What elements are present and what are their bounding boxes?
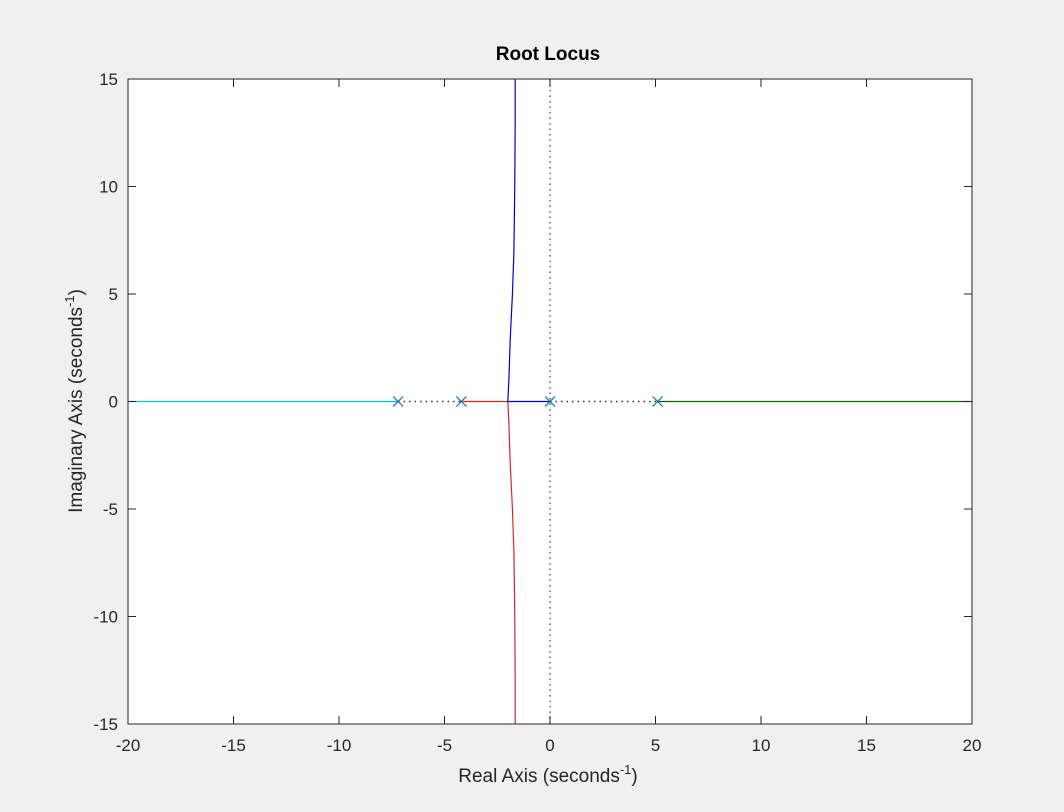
- root-locus-figure: -20 -15 -10 -5 0 5 10 15 20 -15 -10 -5 0 5 10 15 Root …: [0, 0, 1064, 812]
- y-tick-label: 0: [109, 393, 118, 412]
- x-tick-label: 5: [651, 736, 660, 755]
- x-tick-label: 0: [545, 736, 554, 755]
- y-tick-label: -15: [93, 715, 118, 734]
- x-tick-label: -5: [437, 736, 452, 755]
- x-tick-label: 10: [752, 736, 771, 755]
- x-tick-label: -15: [221, 736, 246, 755]
- y-axis-label-tail: ): [66, 289, 87, 295]
- y-tick-label: 5: [109, 285, 118, 304]
- x-tick-label: 15: [857, 736, 876, 755]
- x-axis-label-sup: -1: [620, 762, 632, 777]
- y-tick-label: 15: [99, 70, 118, 89]
- y-axis-label-text: Imaginary Axis (seconds: [66, 307, 87, 513]
- x-tick-label: -20: [116, 736, 141, 755]
- x-tick-label: -10: [327, 736, 352, 755]
- x-axis-label-text: Real Axis (seconds: [458, 766, 620, 787]
- y-axis-label-sup: -1: [62, 295, 77, 307]
- x-axis-label: Real Axis (seconds-1): [458, 762, 637, 787]
- x-axis-label-tail: ): [631, 766, 637, 787]
- y-tick-label: -10: [93, 608, 118, 627]
- y-axis-label: Imaginary Axis (seconds-1): [62, 289, 87, 513]
- y-tick-label: 10: [99, 178, 118, 197]
- chart-title: Root Locus: [496, 44, 601, 65]
- x-tick-label: 20: [963, 736, 982, 755]
- y-tick-label: -5: [103, 500, 118, 519]
